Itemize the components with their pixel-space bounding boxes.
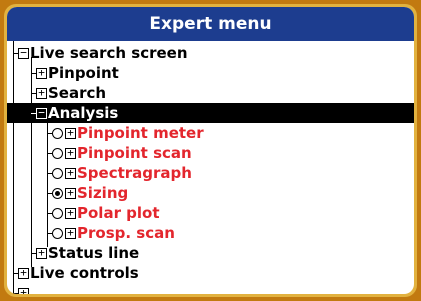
tree-item-label: Prosp. scan (77, 224, 175, 242)
radio-icon[interactable] (52, 147, 63, 159)
radio-icon[interactable] (52, 127, 63, 139)
expand-icon[interactable]: + (36, 86, 47, 99)
tree-item-label: Pinpoint (48, 64, 119, 82)
collapse-icon[interactable]: − (36, 106, 47, 119)
expand-icon[interactable]: + (18, 266, 29, 279)
tree-item-label: Live controls (30, 264, 139, 282)
tree-item-pinpoint-scan[interactable]: + Pinpoint scan (7, 143, 414, 163)
radio-icon[interactable] (52, 227, 63, 239)
tree-item-pinpoint-meter[interactable]: + Pinpoint meter (7, 123, 414, 143)
expand-icon[interactable]: + (65, 126, 76, 139)
radio-icon[interactable] (52, 167, 63, 179)
tree-item-live-search-screen[interactable]: − Live search screen (7, 43, 414, 63)
expert-menu-panel: Expert menu − Live search screen + Pinpo… (7, 7, 414, 294)
tree-item-label: Status line (48, 244, 140, 262)
tree-item-pinpoint[interactable]: + Pinpoint (7, 63, 414, 83)
collapse-icon[interactable]: − (18, 46, 29, 59)
tree-item-label: Sizing (77, 184, 129, 202)
tree-item-label: Analysis (48, 104, 119, 122)
tree-item-polar-plot[interactable]: + Polar plot (7, 203, 414, 223)
expand-icon: + (18, 286, 29, 294)
tree-item-label: Pinpoint meter (77, 124, 204, 142)
expand-icon[interactable]: + (65, 166, 76, 179)
tree-item-partial: + (7, 283, 414, 294)
menu-tree: − Live search screen + Pinpoint + Search (7, 41, 414, 294)
tree-item-label: Search (48, 84, 107, 102)
expand-icon[interactable]: + (65, 186, 76, 199)
tree-item-sizing[interactable]: + Sizing (7, 183, 414, 203)
tree-item-label: Polar plot (77, 204, 160, 222)
menu-title: Expert menu (7, 7, 414, 41)
expand-icon[interactable]: + (65, 146, 76, 159)
expand-icon[interactable]: + (65, 206, 76, 219)
radio-selected-icon[interactable] (52, 187, 63, 199)
tree-item-label: Pinpoint scan (77, 144, 192, 162)
expand-icon[interactable]: + (36, 66, 47, 79)
tree-item-prosp-scan[interactable]: + Prosp. scan (7, 223, 414, 243)
tree-item-status-line[interactable]: + Status line (7, 243, 414, 263)
tree-item-label: Live search screen (30, 44, 188, 62)
tree-item-analysis[interactable]: − Analysis (7, 103, 414, 123)
radio-icon[interactable] (52, 207, 63, 219)
tree-item-search[interactable]: + Search (7, 83, 414, 103)
tree-item-live-controls[interactable]: + Live controls (7, 263, 414, 283)
expand-icon[interactable]: + (36, 246, 47, 259)
device-frame: Expert menu − Live search screen + Pinpo… (4, 4, 417, 297)
tree-item-spectragraph[interactable]: + Spectragraph (7, 163, 414, 183)
expand-icon[interactable]: + (65, 226, 76, 239)
tree-item-label: Spectragraph (77, 164, 192, 182)
